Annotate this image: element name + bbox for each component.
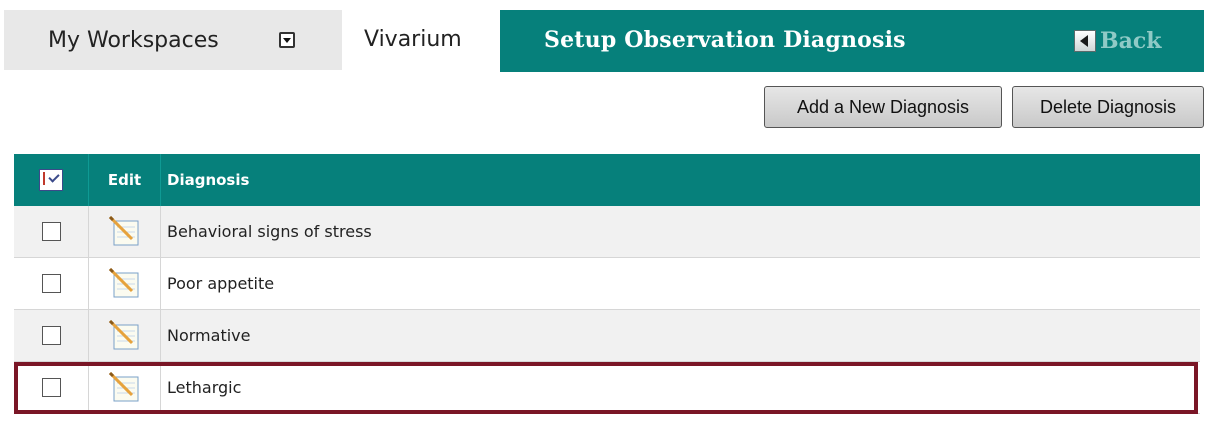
table-row: Lethargic — [14, 362, 1200, 414]
table-row: Behavioral signs of stress — [14, 206, 1200, 258]
row-checkbox[interactable] — [41, 222, 61, 241]
row-edit-cell — [89, 362, 161, 413]
module-tab-vivarium[interactable]: Vivarium — [342, 10, 500, 70]
edit-pencil-icon[interactable] — [108, 267, 142, 301]
edit-pencil-icon[interactable] — [108, 215, 142, 249]
module-label: Vivarium — [364, 27, 462, 52]
left-arrow-icon[interactable] — [1074, 30, 1096, 52]
row-select-cell — [14, 258, 89, 309]
workspaces-label: My Workspaces — [48, 28, 219, 53]
row-diagnosis: Poor appetite — [167, 274, 275, 293]
row-select-cell — [14, 362, 89, 413]
delete-diagnosis-button[interactable]: Delete Diagnosis — [1012, 86, 1204, 128]
select-all-header[interactable] — [14, 154, 89, 206]
table-row: Normative — [14, 310, 1200, 362]
diagnosis-column-header[interactable]: Diagnosis — [161, 154, 1200, 206]
top-nav-bar: My Workspaces Vivarium Setup Observation… — [0, 10, 1217, 72]
row-edit-cell — [89, 206, 161, 257]
row-edit-cell — [89, 258, 161, 309]
edit-column-header: Edit — [89, 154, 161, 206]
edit-pencil-icon[interactable] — [108, 319, 142, 353]
page-title: Setup Observation Diagnosis — [544, 27, 906, 53]
edit-pencil-icon[interactable] — [108, 371, 142, 405]
row-diagnosis: Normative — [167, 326, 251, 345]
row-diagnosis: Behavioral signs of stress — [167, 222, 372, 241]
back-button[interactable]: Back — [1074, 26, 1162, 56]
check-sort-icon[interactable] — [39, 169, 63, 191]
row-edit-cell — [89, 310, 161, 361]
row-checkbox[interactable] — [41, 326, 61, 345]
dropdown-arrow-icon[interactable] — [279, 32, 295, 48]
row-checkbox[interactable] — [41, 274, 61, 293]
observation-diagnosis-page: My Workspaces Vivarium Setup Observation… — [0, 0, 1217, 428]
row-select-cell — [14, 310, 89, 361]
table-header: Edit Diagnosis — [14, 154, 1200, 206]
row-diagnosis: Lethargic — [167, 378, 242, 397]
back-label[interactable]: Back — [1100, 28, 1162, 54]
page-header: Setup Observation Diagnosis Back — [500, 10, 1204, 72]
row-checkbox[interactable] — [41, 378, 61, 397]
row-select-cell — [14, 206, 89, 257]
diagnosis-table: Edit Diagnosis Behavioral signs of stres… — [14, 154, 1200, 414]
table-row: Poor appetite — [14, 258, 1200, 310]
add-diagnosis-button[interactable]: Add a New Diagnosis — [764, 86, 1002, 128]
workspaces-tab[interactable]: My Workspaces — [4, 10, 342, 70]
